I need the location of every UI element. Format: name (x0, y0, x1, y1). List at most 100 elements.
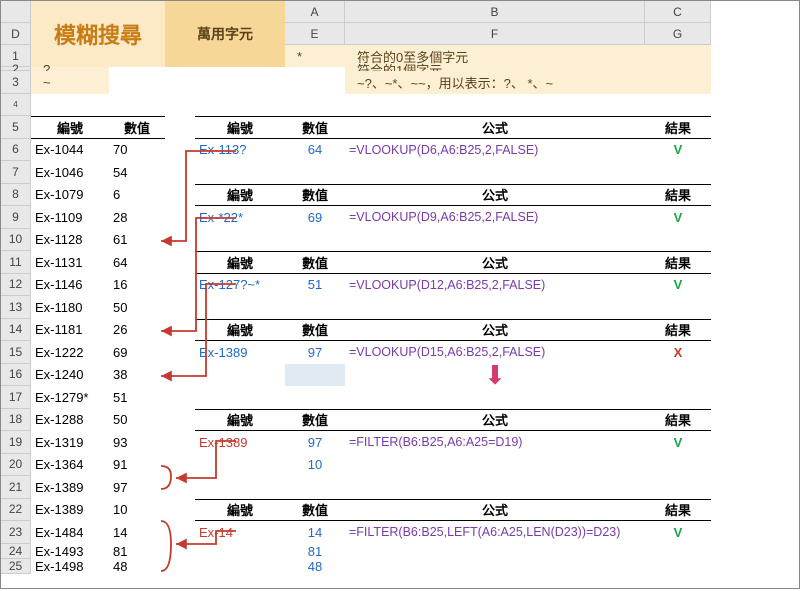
table-row[interactable]: 10 (109, 499, 165, 522)
table-row[interactable]: 48 (109, 559, 165, 574)
table-row[interactable]: 54 (109, 161, 165, 184)
row-header-7[interactable]: 7 (1, 161, 31, 184)
wildcard-desc-3: ~?、~*、~~，用以表示：?、 *、~ (345, 71, 711, 94)
row-header-5[interactable]: 5 (1, 116, 31, 139)
lookup-val-6c[interactable]: 48 (285, 559, 345, 574)
table-row[interactable]: 16 (109, 274, 165, 297)
lookup-val-5[interactable]: 97 (285, 431, 345, 454)
lookup-val-5b[interactable]: 10 (285, 454, 345, 477)
table-row[interactable]: Ex-1319 (31, 431, 109, 454)
lookup-id-3[interactable]: Ex-127?~* (195, 274, 285, 297)
th-formula-4: 公式 (345, 319, 645, 342)
table-row[interactable]: Ex-1498 (31, 559, 109, 574)
lookup-formula-3[interactable]: =VLOOKUP(D12,A6:B25,2,FALSE) (345, 274, 645, 297)
row-header-16[interactable]: 16 (1, 364, 31, 387)
table-row[interactable]: Ex-1131 (31, 251, 109, 274)
lookup-formula-6[interactable]: =FILTER(B6:B25,LEFT(A6:A25,LEN(D23))=D23… (345, 521, 645, 544)
table-row[interactable]: Ex-1222 (31, 341, 109, 364)
lookup-val-2[interactable]: 69 (285, 206, 345, 229)
row-header-10[interactable]: 10 (1, 229, 31, 252)
table-row[interactable]: 51 (109, 386, 165, 409)
highlighted-cell[interactable] (285, 364, 345, 387)
table-row[interactable]: Ex-1279* (31, 386, 109, 409)
table-row[interactable]: 38 (109, 364, 165, 387)
table-row[interactable]: 50 (109, 409, 165, 432)
table-row[interactable]: Ex-1364 (31, 454, 109, 477)
table-row[interactable]: 14 (109, 521, 165, 544)
table-row[interactable]: Ex-1180 (31, 296, 109, 319)
col-header-f[interactable]: F (345, 23, 645, 45)
lookup-formula-1[interactable]: =VLOOKUP(D6,A6:B25,2,FALSE) (345, 139, 645, 162)
corner-cell[interactable] (1, 1, 31, 23)
table-row[interactable]: Ex-1079 (31, 184, 109, 207)
table-row[interactable]: 28 (109, 206, 165, 229)
table-row[interactable]: Ex-1109 (31, 206, 109, 229)
table-row[interactable]: 70 (109, 139, 165, 162)
row-header-18[interactable]: 18 (1, 409, 31, 432)
down-arrow-icon: ⬇ (345, 364, 645, 387)
table-row[interactable]: Ex-1389 (31, 499, 109, 522)
row-header-20[interactable]: 20 (1, 454, 31, 477)
lookup-id-2[interactable]: Ex-*22* (195, 206, 285, 229)
table-row[interactable]: Ex-1044 (31, 139, 109, 162)
lookup-id-1[interactable]: Ex-113? (195, 139, 285, 162)
col-header-d[interactable]: D (1, 23, 31, 45)
row-header-13[interactable]: 13 (1, 296, 31, 319)
table-row[interactable]: Ex-1146 (31, 274, 109, 297)
lookup-val-4[interactable]: 97 (285, 341, 345, 364)
row-header-6[interactable]: 6 (1, 139, 31, 162)
table-row[interactable]: Ex-1240 (31, 364, 109, 387)
row-header-8[interactable]: 8 (1, 184, 31, 207)
row-header-23[interactable]: 23 (1, 521, 31, 544)
table-row[interactable]: Ex-1288 (31, 409, 109, 432)
th-result-4: 結果 (645, 319, 711, 342)
row-header-22[interactable]: 22 (1, 499, 31, 522)
row-header-24[interactable]: 24 (1, 544, 31, 559)
table-row[interactable]: 97 (109, 476, 165, 499)
lookup-id-5[interactable]: Ex-1389 (195, 431, 285, 454)
table-row[interactable]: 64 (109, 251, 165, 274)
row-header-3[interactable]: 3 (1, 71, 31, 94)
table-row[interactable]: 91 (109, 454, 165, 477)
table-row[interactable]: 50 (109, 296, 165, 319)
col-header-c[interactable]: C (645, 1, 711, 23)
table-row[interactable]: 6 (109, 184, 165, 207)
table-row[interactable]: Ex-1046 (31, 161, 109, 184)
col-header-g[interactable]: G (645, 23, 711, 45)
table-row[interactable]: Ex-1493 (31, 544, 109, 559)
th-result-2: 結果 (645, 184, 711, 207)
th-result-6: 結果 (645, 499, 711, 522)
lookup-id-4[interactable]: Ex-1389 (195, 341, 285, 364)
row-header-12[interactable]: 12 (1, 274, 31, 297)
table-row[interactable]: Ex-1389 (31, 476, 109, 499)
lookup-formula-2[interactable]: =VLOOKUP(D9,A6:B25,2,FALSE) (345, 206, 645, 229)
th-id-6: 編號 (195, 499, 285, 522)
table-row[interactable]: Ex-1128 (31, 229, 109, 252)
row-header-11[interactable]: 11 (1, 251, 31, 274)
row-header-4[interactable]: 4 (1, 94, 31, 117)
table-row[interactable]: 69 (109, 341, 165, 364)
col-header-b[interactable]: B (345, 1, 645, 23)
table-row[interactable]: Ex-1484 (31, 521, 109, 544)
lookup-id-6[interactable]: Ex-14 (195, 521, 285, 544)
lookup-val-1[interactable]: 64 (285, 139, 345, 162)
row-header-19[interactable]: 19 (1, 431, 31, 454)
table-row[interactable]: 61 (109, 229, 165, 252)
row-header-9[interactable]: 9 (1, 206, 31, 229)
lookup-val-3[interactable]: 51 (285, 274, 345, 297)
row-header-25[interactable]: 25 (1, 559, 31, 574)
row-header-17[interactable]: 17 (1, 386, 31, 409)
row-header-21[interactable]: 21 (1, 476, 31, 499)
col-header-a[interactable]: A (285, 1, 345, 23)
th-val-2: 數值 (285, 184, 345, 207)
table-row[interactable]: 26 (109, 319, 165, 342)
lookup-val-6b[interactable]: 81 (285, 544, 345, 559)
table-row[interactable]: 81 (109, 544, 165, 559)
col-header-e[interactable]: E (285, 23, 345, 45)
row-header-14[interactable]: 14 (1, 319, 31, 342)
row-header-15[interactable]: 15 (1, 341, 31, 364)
lookup-val-6[interactable]: 14 (285, 521, 345, 544)
table-row[interactable]: 93 (109, 431, 165, 454)
table-row[interactable]: Ex-1181 (31, 319, 109, 342)
lookup-formula-5[interactable]: =FILTER(B6:B25,A6:A25=D19) (345, 431, 645, 454)
